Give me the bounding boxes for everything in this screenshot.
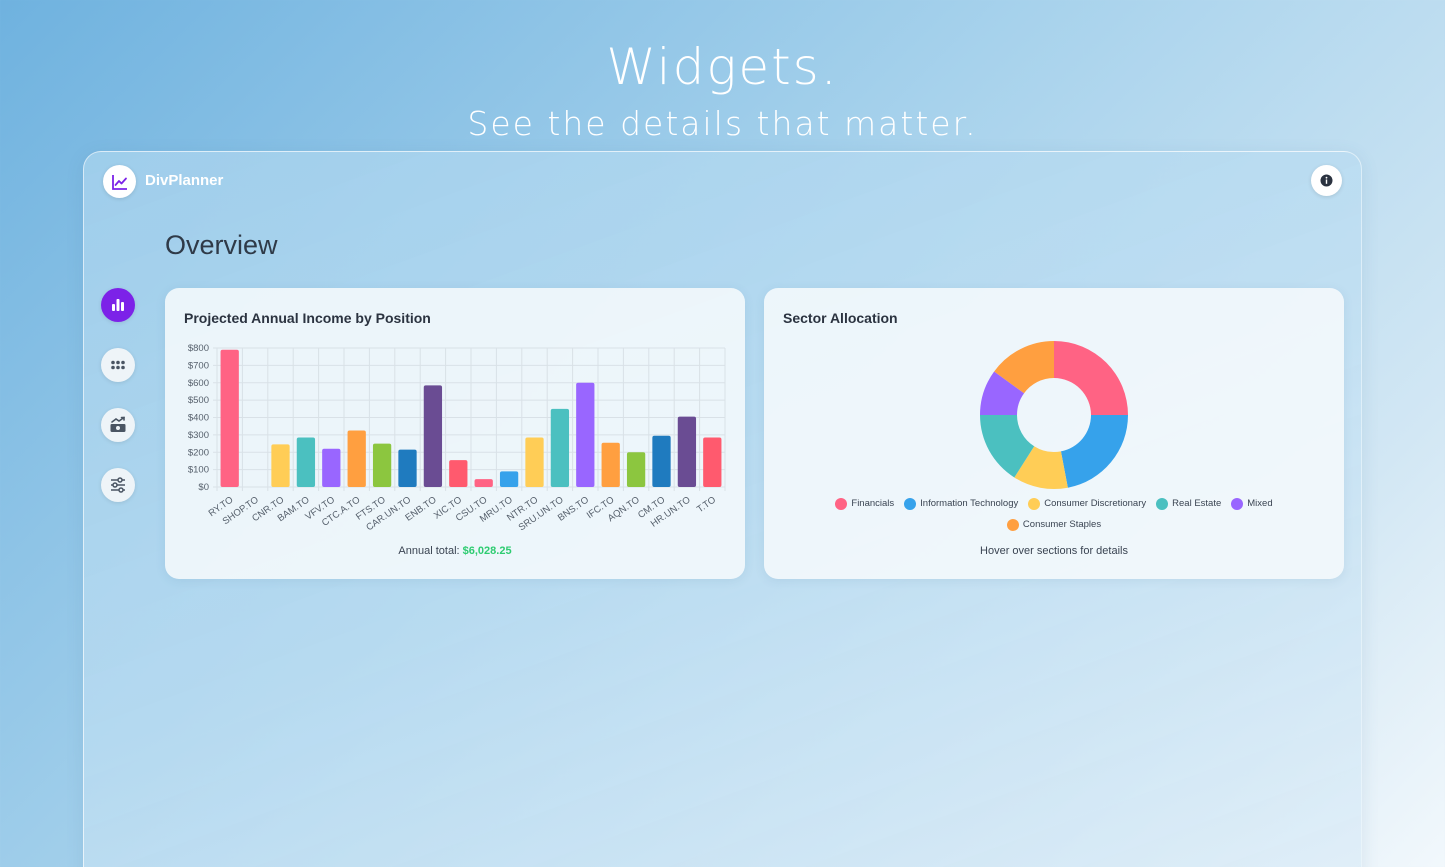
nav-overview[interactable]	[101, 288, 135, 322]
annual-total: Annual total: $6,028.25	[165, 545, 745, 557]
legend-label: Real Estate	[1172, 498, 1222, 509]
nav-settings[interactable]	[101, 468, 135, 502]
legend-swatch	[1231, 497, 1244, 510]
bar-T.TO[interactable]	[703, 437, 722, 487]
hero-subtitle: See the details that matter.	[467, 104, 978, 143]
bar-SRU.UN.TO[interactable]	[550, 408, 570, 487]
legend-item[interactable]: Real Estate	[1156, 496, 1221, 511]
sector-legend: Financials Information Technology Consumer…	[824, 496, 1284, 532]
legend-label: Consumer Staples	[1022, 519, 1102, 530]
bar-VFV.TO[interactable]	[322, 448, 341, 487]
nav-holdings[interactable]	[101, 348, 135, 382]
legend-label: Mixed	[1247, 498, 1273, 509]
legend-item[interactable]: Mixed	[1231, 496, 1273, 511]
y-tick-label: $200	[188, 447, 209, 458]
line-chart-icon	[111, 174, 127, 190]
bar-MRU.TO[interactable]	[499, 471, 519, 487]
legend-item[interactable]: Financials	[835, 496, 894, 511]
bar-ENB.TO[interactable]	[423, 385, 443, 487]
x-tick-label: T.TO	[695, 494, 718, 515]
bar-NTR.TO[interactable]	[525, 437, 544, 487]
y-tick-label: $0	[198, 482, 209, 493]
app-logo[interactable]	[103, 165, 136, 198]
hero-title: Widgets.	[606, 38, 839, 96]
sector-card: Sector Allocation Financials Information …	[764, 288, 1344, 579]
y-tick-label: $400	[188, 413, 209, 424]
legend-swatch	[1006, 518, 1019, 531]
legend-swatch	[1156, 497, 1169, 510]
app-window: DivPlanner Overview Projected Annual Inc…	[83, 151, 1362, 867]
legend-label: Information Technology	[920, 498, 1019, 509]
app-brand: DivPlanner	[145, 172, 224, 189]
y-tick-label: $800	[188, 343, 209, 354]
bar-CTC.A.TO[interactable]	[347, 430, 366, 487]
bar-FTS.TO[interactable]	[372, 443, 392, 487]
bar-AQN.TO[interactable]	[626, 452, 646, 487]
legend-swatch	[904, 497, 917, 510]
legend-label: Consumer Discretionary	[1044, 498, 1147, 509]
legend-label: Financials	[851, 498, 895, 509]
bar-CM.TO[interactable]	[652, 435, 671, 487]
y-tick-label: $700	[188, 360, 209, 371]
bar-XIC.TO[interactable]	[449, 460, 468, 487]
bar-IFC.TO[interactable]	[601, 442, 620, 487]
legend-swatch	[1028, 497, 1041, 510]
hover-note: Hover over sections for details	[980, 545, 1128, 557]
legend-item[interactable]: Consumer Staples	[1006, 517, 1102, 532]
bar-CNR.TO[interactable]	[271, 444, 290, 487]
y-tick-label: $600	[188, 378, 209, 389]
income-bar-chart: $0$100$200$300$400$500$600$700$800RY.TOS…	[188, 343, 726, 533]
legend-item[interactable]: Information Technology	[904, 496, 1018, 511]
y-tick-label: $500	[188, 395, 209, 406]
page-title: Overview	[165, 230, 278, 260]
cash-growth-icon	[110, 416, 126, 432]
bar-CSU.TO[interactable]	[474, 479, 493, 487]
slice-financials[interactable]	[1054, 341, 1128, 415]
income-card: Projected Annual Income by Position $0 $1…	[165, 288, 745, 579]
bar-HR.UN.TO[interactable]	[677, 416, 697, 487]
bar-BNS.TO[interactable]	[576, 382, 595, 487]
legend-swatch	[835, 497, 848, 510]
info-icon	[1320, 174, 1333, 187]
annual-total-value: $6,028.25	[462, 545, 512, 557]
grid-dots-icon	[111, 360, 125, 370]
y-tick-label: $100	[188, 465, 209, 476]
bar-CAR.UN.TO[interactable]	[398, 449, 417, 487]
sliders-icon	[111, 477, 125, 493]
slice-information-technology[interactable]	[1060, 415, 1128, 488]
sector-donut-chart	[980, 341, 1128, 489]
y-tick-label: $300	[188, 430, 209, 441]
bar-chart-icon	[112, 299, 124, 311]
annual-total-label: Annual total:	[398, 545, 460, 557]
nav-growth[interactable]	[101, 408, 135, 442]
info-button[interactable]	[1311, 165, 1342, 196]
bar-RY.TO[interactable]	[220, 349, 239, 487]
legend-item[interactable]: Consumer Discretionary	[1028, 496, 1146, 511]
bar-BAM.TO[interactable]	[296, 437, 316, 487]
